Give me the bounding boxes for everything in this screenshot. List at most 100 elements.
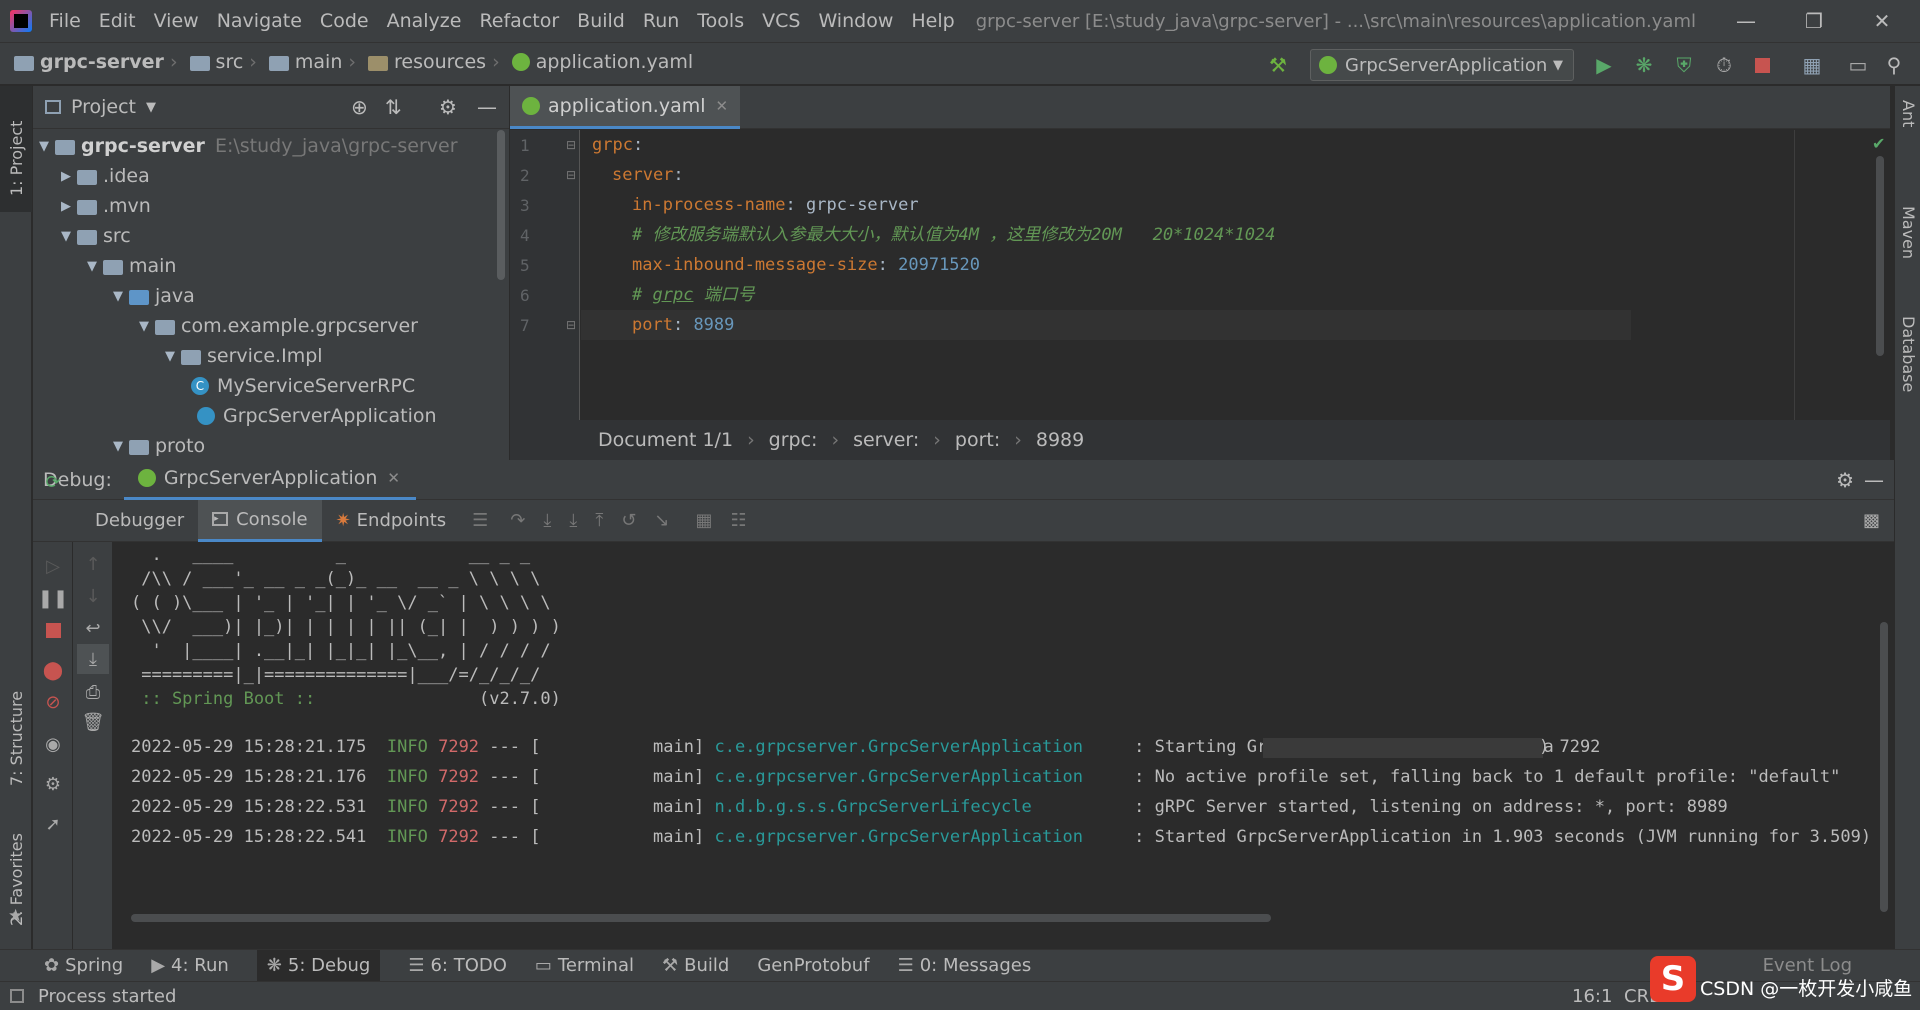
coverage-icon[interactable]: ⛨: [1672, 53, 1696, 77]
project-tool-tab[interactable]: 1: Project: [0, 86, 32, 212]
print-icon[interactable]: ⎙: [81, 680, 105, 704]
locate-icon[interactable]: ⊕: [351, 95, 368, 119]
tab-terminal[interactable]: ▭ Terminal: [535, 955, 634, 976]
tree-item-grpcserverapplication[interactable]: GrpcServerApplication: [33, 401, 493, 431]
tab-build[interactable]: ⚒ Build: [662, 955, 729, 976]
step-out-icon[interactable]: ⤒: [595, 510, 603, 531]
tree-item-main[interactable]: ▼ main: [33, 251, 493, 281]
tab-debugger[interactable]: Debugger: [81, 500, 198, 542]
down-arrow-icon[interactable]: ↓: [81, 584, 105, 608]
tree-item-package[interactable]: ▼ com.example.grpcserver: [33, 311, 493, 341]
close-icon[interactable]: ✕: [387, 469, 400, 487]
tree-item-java[interactable]: ▼ java: [33, 281, 493, 311]
tree-item-mvn[interactable]: ▶ .mvn: [33, 191, 493, 221]
tree-item-proto[interactable]: ▼ proto: [33, 431, 493, 461]
debug-bug-icon[interactable]: ❋: [1632, 53, 1656, 77]
console-output[interactable]: . ____ _ __ _ _ /\\ / ___'_ __ _ _(_)_ _…: [113, 542, 1894, 932]
menu-tools[interactable]: Tools: [688, 10, 753, 32]
rerun-icon[interactable]: ⟳: [41, 470, 65, 494]
menu-help[interactable]: Help: [902, 10, 963, 32]
hide-panel-icon[interactable]: —: [1864, 468, 1884, 492]
evaluate-icon[interactable]: ▦: [696, 510, 713, 531]
terminal-window-icon[interactable]: ▭: [1846, 53, 1870, 77]
project-structure-icon[interactable]: ▦: [1800, 53, 1824, 77]
stop-icon[interactable]: [1750, 53, 1774, 77]
menu-window[interactable]: Window: [809, 10, 902, 32]
breadcrumb-resources[interactable]: resources ›: [368, 51, 506, 73]
tab-run[interactable]: ▶ 4: Run: [151, 955, 229, 976]
trash-icon[interactable]: 🗑: [81, 710, 105, 734]
menu-build[interactable]: Build: [568, 10, 634, 32]
chevron-down-icon[interactable]: ▼: [146, 100, 156, 115]
menu-lines-icon[interactable]: ☰: [472, 510, 488, 531]
breadcrumb-src[interactable]: src ›: [189, 51, 263, 73]
tab-genprotobuf[interactable]: GenProtobuf: [757, 955, 869, 976]
gear-icon[interactable]: ⚙: [1836, 468, 1854, 492]
console-vertical-scrollbar[interactable]: [1880, 622, 1888, 912]
run-to-cursor-icon[interactable]: ↘: [654, 510, 669, 531]
tab-event-log[interactable]: Event Log: [1763, 955, 1852, 976]
menu-file[interactable]: File: [40, 10, 90, 32]
caret-position[interactable]: 16:1: [1572, 986, 1612, 1007]
run-icon[interactable]: ▶: [1592, 53, 1616, 77]
code-line-1[interactable]: grpc:: [592, 130, 643, 160]
gear-icon[interactable]: ⚙: [41, 772, 65, 796]
run-configuration-select[interactable]: GrpcServerApplication ▼: [1310, 49, 1574, 81]
tab-application-yaml[interactable]: application.yaml ✕: [510, 86, 741, 129]
hide-panel-icon[interactable]: —: [477, 95, 497, 119]
breadcrumb-file[interactable]: application.yaml: [511, 51, 693, 73]
fold-icon[interactable]: ⊟: [566, 318, 576, 332]
breadcrumb-main[interactable]: main ›: [268, 51, 362, 73]
editor-scrollbar[interactable]: [1876, 156, 1884, 356]
gear-icon[interactable]: ⚙: [439, 95, 457, 119]
view-breakpoints-icon[interactable]: ⬤: [41, 658, 65, 682]
menu-refactor[interactable]: Refactor: [470, 10, 568, 32]
camera-icon[interactable]: ◉: [41, 732, 65, 756]
tree-item-service-impl[interactable]: ▼ service.Impl: [33, 341, 493, 371]
structure-tab[interactable]: 7: Structure: [7, 691, 26, 786]
stop-icon[interactable]: [41, 618, 65, 642]
step-over-icon[interactable]: ↷: [510, 510, 525, 531]
code-line-2[interactable]: server:: [612, 160, 684, 190]
resume-icon[interactable]: ▷: [41, 554, 65, 578]
yaml-crumb-grpc[interactable]: grpc:: [769, 429, 818, 451]
menu-view[interactable]: View: [145, 10, 208, 32]
breadcrumb-project[interactable]: grpc-server ›: [14, 51, 184, 73]
status-window-icon[interactable]: [10, 989, 24, 1003]
console-horizontal-scrollbar[interactable]: [131, 914, 1271, 922]
pause-icon[interactable]: ❚❚: [38, 586, 68, 610]
document-indicator[interactable]: Document 1/1: [598, 429, 733, 451]
maven-tab[interactable]: Maven: [1899, 206, 1918, 259]
sogou-input-icon[interactable]: S: [1650, 956, 1696, 1002]
menu-analyze[interactable]: Analyze: [378, 10, 471, 32]
menu-vcs[interactable]: VCS: [753, 10, 809, 32]
yaml-crumb-value[interactable]: 8989: [1036, 429, 1084, 451]
tree-item-project-root[interactable]: ▼ grpc-server E:\study_java\grpc-server: [33, 131, 493, 161]
up-arrow-icon[interactable]: ↑: [81, 552, 105, 576]
menu-run[interactable]: Run: [634, 10, 688, 32]
project-panel-title[interactable]: Project: [71, 96, 136, 118]
pin-icon[interactable]: ➚: [41, 812, 65, 836]
code-line-4[interactable]: # 修改服务端默认入参最大大小，默认值为4M ，这里修改为20M 20*1024…: [632, 220, 1275, 250]
step-into-icon[interactable]: ⤓: [543, 510, 551, 531]
fold-icon[interactable]: ⊟: [566, 138, 576, 152]
tree-item-idea[interactable]: ▶ .idea: [33, 161, 493, 191]
mute-breakpoints-icon[interactable]: ⊘: [41, 690, 65, 714]
layout-icon[interactable]: ▩: [1863, 510, 1880, 531]
minimize-button[interactable]: —: [1716, 0, 1776, 42]
restore-button[interactable]: ❐: [1784, 0, 1844, 42]
close-window-button[interactable]: ✕: [1852, 0, 1912, 42]
tab-endpoints[interactable]: ✷ Endpoints: [322, 500, 461, 542]
fold-icon[interactable]: ⊟: [566, 168, 576, 182]
drop-frame-icon[interactable]: ↺: [621, 510, 636, 531]
code-line-6[interactable]: # grpc 端口号: [632, 280, 755, 310]
code-line-5[interactable]: max-inbound-message-size: 20971520: [632, 250, 980, 280]
close-icon[interactable]: ✕: [716, 97, 729, 115]
menu-edit[interactable]: Edit: [90, 10, 145, 32]
tree-item-src[interactable]: ▼ src: [33, 221, 493, 251]
build-hammer-icon[interactable]: ⚒: [1266, 53, 1290, 77]
tab-console[interactable]: ▸ Console: [198, 499, 322, 542]
yaml-crumb-server[interactable]: server:: [853, 429, 919, 451]
yaml-crumb-port[interactable]: port:: [955, 429, 1000, 451]
soft-wrap-icon[interactable]: ↩: [81, 616, 105, 640]
